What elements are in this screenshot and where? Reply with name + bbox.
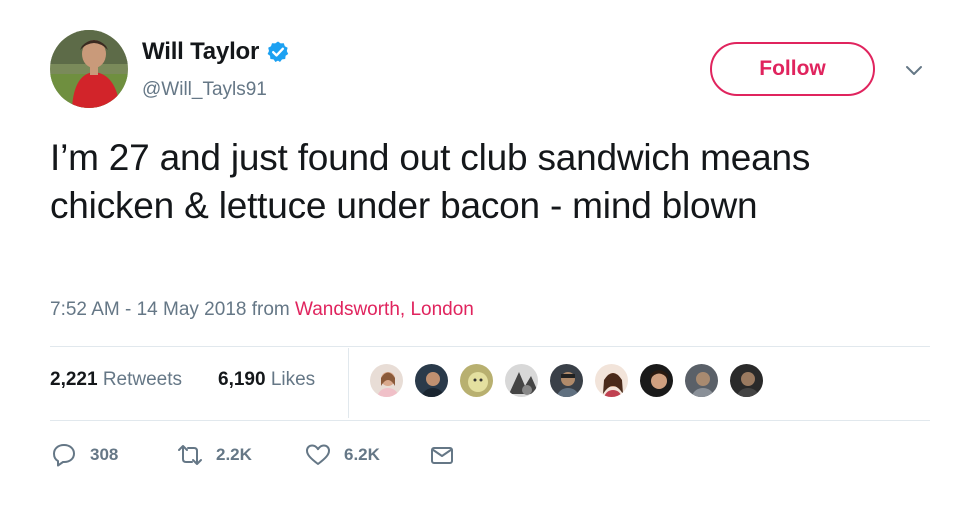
verified-badge-icon	[266, 40, 290, 64]
tweet-actions: 308 2.2K 6.2K	[50, 440, 456, 470]
retweet-icon	[178, 445, 202, 465]
liker-avatar[interactable]	[728, 362, 765, 399]
user-avatar[interactable]	[50, 30, 128, 108]
avatar-image	[50, 30, 128, 108]
retweets-count: 2,221	[50, 369, 98, 390]
likes-label: Likes	[270, 369, 316, 390]
liker-avatar[interactable]	[638, 362, 675, 399]
display-name[interactable]: Will Taylor	[142, 38, 259, 66]
engagement-stats: 2,221 Retweets 6,190 Likes	[50, 348, 930, 420]
reply-button[interactable]: 308	[50, 441, 176, 469]
liker-avatar[interactable]	[503, 362, 540, 399]
tweet-text: I’m 27 and just found out club sandwich …	[50, 137, 811, 226]
reply-count: 308	[90, 445, 119, 464]
tweet-meta: 7:52 AM - 14 May 2018 from Wandsworth, L…	[50, 299, 474, 321]
reply-icon	[53, 444, 75, 467]
tweet-card: Will Taylor @Will_Tayls91 Follow I’m 27 …	[0, 0, 980, 508]
liker-avatar[interactable]	[458, 362, 495, 399]
retweets-stat[interactable]: 2,221 Retweets	[50, 369, 182, 391]
timestamp[interactable]: 7:52 AM - 14 May 2018 from	[50, 299, 295, 320]
tweet-header: Will Taylor @Will_Tayls91 Follow	[50, 30, 930, 110]
heart-icon	[306, 444, 330, 465]
liker-avatar[interactable]	[413, 362, 450, 399]
retweet-button[interactable]: 2.2K	[176, 441, 304, 469]
liker-avatar[interactable]	[368, 362, 405, 399]
likes-stat[interactable]: 6,190 Likes	[218, 369, 315, 391]
retweet-count: 2.2K	[216, 445, 252, 464]
retweets-label: Retweets	[102, 369, 183, 390]
liker-avatars	[368, 362, 773, 402]
chevron-down-icon[interactable]	[901, 57, 927, 83]
liker-avatar[interactable]	[683, 362, 720, 399]
user-handle[interactable]: @Will_Tayls91	[142, 79, 267, 101]
liker-avatar[interactable]	[593, 362, 630, 399]
name-row: Will Taylor	[142, 38, 290, 66]
stats-separator	[348, 348, 349, 418]
likes-count: 6,190	[218, 369, 266, 390]
follow-button[interactable]: Follow	[710, 42, 875, 96]
like-count: 6.2K	[344, 445, 380, 464]
divider-bottom	[50, 420, 930, 421]
like-button[interactable]: 6.2K	[304, 441, 428, 469]
direct-message-button[interactable]	[428, 441, 456, 469]
divider-top	[50, 346, 930, 347]
envelope-icon	[431, 447, 453, 464]
location-link[interactable]: Wandsworth, London	[295, 299, 474, 320]
liker-avatar[interactable]	[548, 362, 585, 399]
